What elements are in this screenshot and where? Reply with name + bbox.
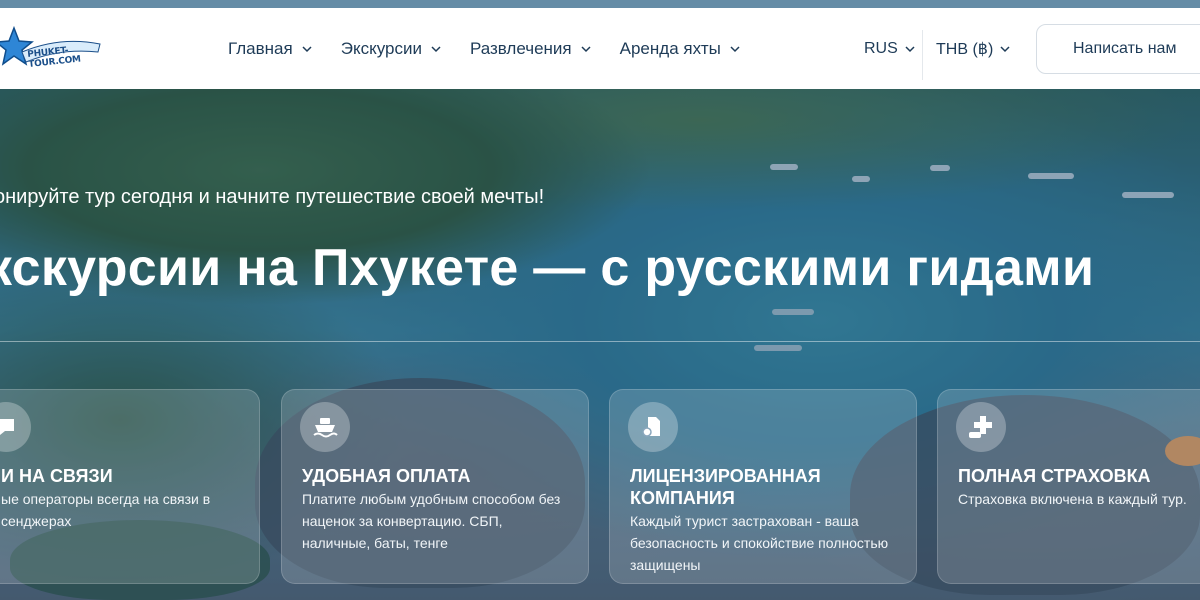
contact-button[interactable]: Написать нам <box>1036 24 1200 74</box>
language-label: RUS <box>864 39 898 57</box>
chevron-down-icon <box>302 45 312 52</box>
feature-icon-circle <box>956 402 1006 452</box>
feature-card-license: ЛИЦЕНЗИРОВАННАЯ КОМПАНИЯ Каждый турист з… <box>609 389 917 584</box>
hero-tagline: онируйте тур сегодня и начните путешеств… <box>0 186 545 208</box>
feature-icon-circle <box>628 402 678 452</box>
nav-item-label: Развлечения <box>469 38 572 58</box>
hero-title: кскурсии на Пхукете — с русскими гидами <box>0 239 1095 297</box>
feature-text: Страховка включена в каждый тур. <box>958 491 1187 507</box>
hero-divider <box>0 341 1200 342</box>
nav-item-yacht-rental[interactable]: Аренда яхты <box>620 39 741 59</box>
license-icon <box>642 417 660 437</box>
site-logo[interactable]: PHUKET-TOUR.COM <box>0 22 104 72</box>
chevron-down-icon <box>905 45 915 52</box>
feature-card-insurance: ПОЛНАЯ СТРАХОВКА Страховка включена в ка… <box>937 389 1200 584</box>
feature-title: УДОБНАЯ ОПЛАТА <box>302 466 471 486</box>
nav-item-entertainment[interactable]: Развлечения <box>470 39 592 59</box>
currency-label: THB (฿) <box>936 40 994 58</box>
feature-text: Каждый турист застрахован - ваша безопас… <box>630 513 889 573</box>
site-header: PHUKET-TOUR.COM Главная Экскурсии Развле… <box>0 8 1200 89</box>
chevron-down-icon <box>431 45 441 52</box>
chevron-down-icon <box>581 45 591 52</box>
feature-text: ые операторы всегда на связи в сенджерах <box>1 491 211 529</box>
nav-item-excursions[interactable]: Экскурсии <box>341 39 442 59</box>
feature-card-payment: УДОБНАЯ ОПЛАТА Платите любым удобным спо… <box>281 389 589 584</box>
ship-icon <box>313 418 338 438</box>
medical-insurance-icon <box>969 416 992 438</box>
nav-item-label: Главная <box>228 38 293 58</box>
header-divider <box>922 30 923 80</box>
main-nav: Главная Экскурсии Развлечения Аренда яхт… <box>228 8 741 89</box>
chevron-down-icon <box>730 45 740 52</box>
currency-selector[interactable]: THB (฿) <box>936 8 1011 89</box>
chevron-down-icon <box>1000 45 1010 52</box>
nav-item-home[interactable]: Главная <box>228 39 313 59</box>
feature-card-contact: И НА СВЯЗИ ые операторы всегда на связи … <box>0 389 260 584</box>
language-selector[interactable]: RUS <box>864 8 916 89</box>
feature-icon-circle <box>300 402 350 452</box>
chat-icon <box>0 419 14 435</box>
feature-title: ПОЛНАЯ СТРАХОВКА <box>958 466 1151 486</box>
feature-title: И НА СВЯЗИ <box>1 466 113 486</box>
feature-title: ЛИЦЕНЗИРОВАННАЯ КОМПАНИЯ <box>630 466 821 508</box>
nav-item-label: Аренда яхты <box>619 38 721 58</box>
feature-icon-circle <box>0 402 31 452</box>
nav-item-label: Экскурсии <box>340 38 422 58</box>
feature-text: Платите любым удобным способом без нацен… <box>302 491 561 551</box>
